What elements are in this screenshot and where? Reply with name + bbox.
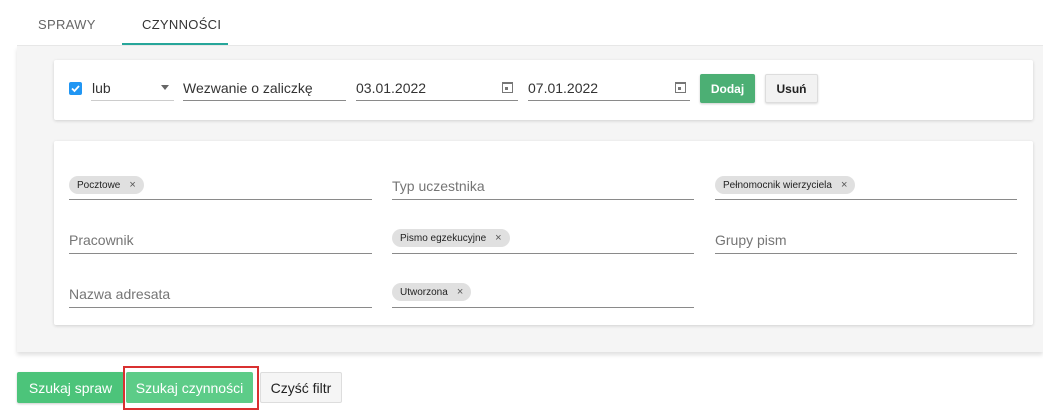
shipping-field-underline (69, 199, 372, 200)
search-cases-button[interactable]: Szukaj spraw (17, 372, 124, 403)
date-to-underline (528, 100, 690, 101)
doc-groups-underline (715, 253, 1017, 254)
close-icon[interactable]: × (841, 179, 847, 191)
date-from-input[interactable]: 03.01.2022 (356, 80, 426, 96)
operator-select-underline (91, 100, 174, 101)
employee-input[interactable]: Pracownik (69, 232, 134, 248)
add-button[interactable]: Dodaj (700, 74, 755, 103)
date-to-input[interactable]: 07.01.2022 (528, 80, 598, 96)
representative-chip: Pełnomocnik wierzyciela × (715, 176, 856, 194)
chip-label: Pismo egzekucyjne (400, 232, 487, 244)
recipient-name-underline (69, 307, 372, 308)
highlight-box (123, 366, 259, 410)
representative-field-underline (715, 199, 1017, 200)
close-icon[interactable]: × (457, 286, 463, 298)
activity-filter-checkbox[interactable] (69, 82, 82, 95)
employee-underline (69, 253, 372, 254)
participant-type-underline (392, 199, 694, 200)
calendar-icon[interactable] (675, 82, 686, 93)
tab-sprawy[interactable]: SPRAWY (38, 17, 96, 32)
document-field-underline (392, 253, 694, 254)
chevron-down-icon[interactable] (161, 85, 169, 90)
tab-bar: SPRAWY CZYNNOŚCI (0, 0, 1043, 46)
participant-type-input[interactable]: Typ uczestnika (392, 178, 485, 194)
operator-select-value[interactable]: lub (92, 80, 111, 96)
recipient-name-input[interactable]: Nazwa adresata (69, 286, 170, 302)
calendar-icon[interactable] (502, 82, 513, 93)
status-field-underline (392, 307, 694, 308)
doc-groups-input[interactable]: Grupy pism (715, 232, 787, 248)
chip-label: Utworzona (400, 286, 448, 298)
filters-card (54, 141, 1033, 325)
check-icon (71, 85, 80, 93)
close-icon[interactable]: × (495, 232, 501, 244)
shipping-chip: Pocztowe × (69, 176, 144, 194)
tab-czynnosci[interactable]: CZYNNOŚCI (142, 17, 221, 32)
chip-label: Pocztowe (77, 179, 121, 191)
activity-type-underline (183, 100, 346, 101)
document-chip: Pismo egzekucyjne × (392, 229, 510, 247)
remove-button[interactable]: Usuń (765, 74, 818, 103)
clear-filter-button[interactable]: Czyść filtr (260, 372, 342, 403)
date-from-underline (356, 100, 518, 101)
close-icon[interactable]: × (129, 179, 135, 191)
activity-type-input[interactable]: Wezwanie o zaliczkę (183, 80, 313, 96)
chip-label: Pełnomocnik wierzyciela (723, 179, 832, 191)
status-chip: Utworzona × (392, 283, 472, 301)
